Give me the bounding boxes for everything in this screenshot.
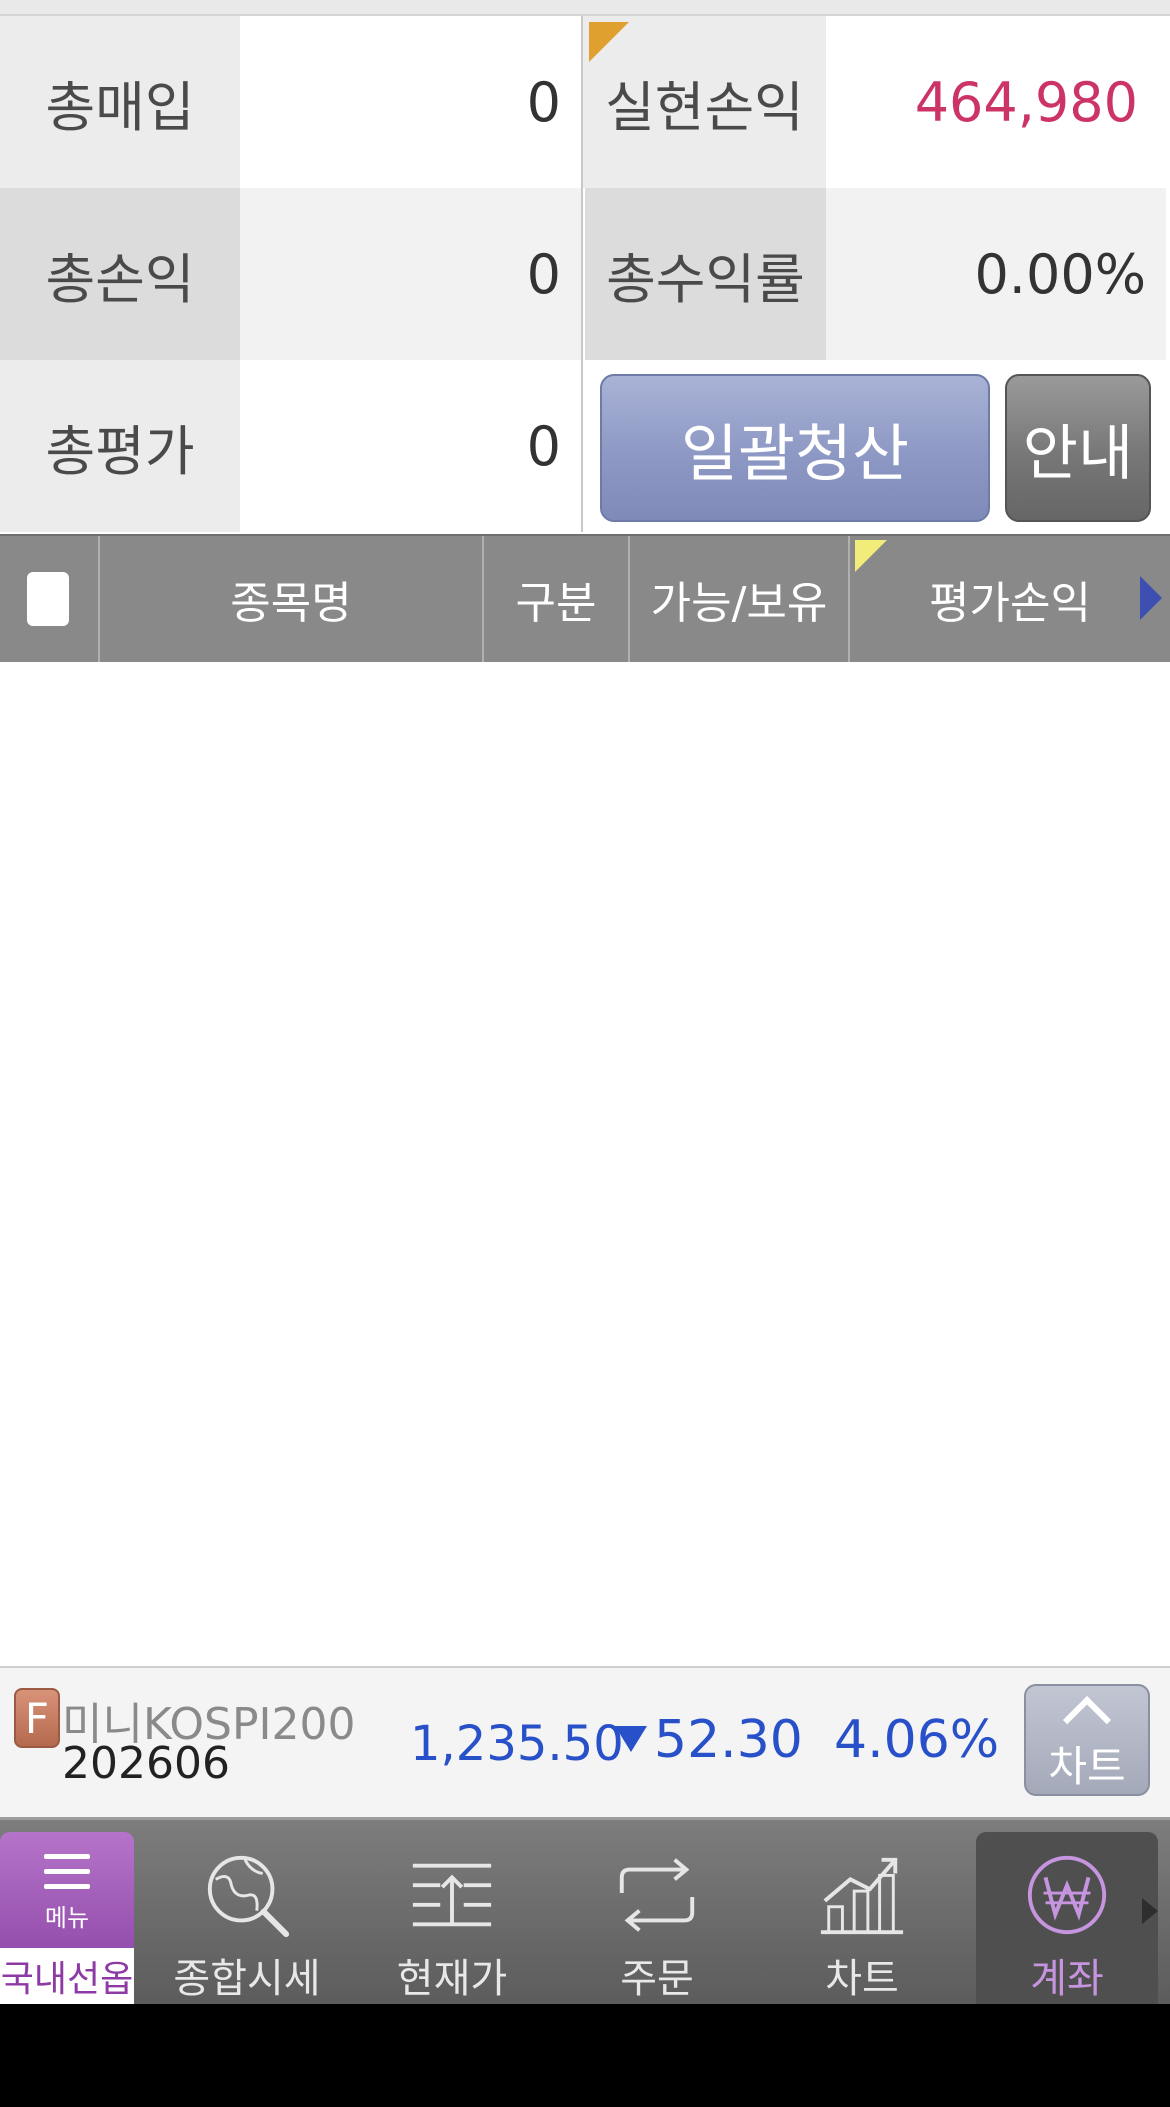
total-return-label: 총수익률: [585, 188, 826, 360]
chart-toggle-button[interactable]: 차트: [1024, 1684, 1150, 1796]
nav-label-chart: 차트: [825, 1956, 899, 2002]
info-button[interactable]: 안내: [1005, 374, 1151, 522]
hamburger-icon: [44, 1853, 90, 1890]
realized-pl-value: 464,980: [826, 16, 1170, 188]
nav-item-order[interactable]: 주문: [572, 1832, 742, 2004]
total-eval-label: 총평가: [0, 360, 240, 532]
ticker-code: 202606: [62, 1738, 230, 1789]
eval-pl-corner-marker: [855, 540, 887, 572]
scroll-right-arrow-icon[interactable]: [1140, 576, 1162, 620]
chart-icon: [820, 1857, 904, 1935]
ticker-price: 1,235.50: [410, 1716, 624, 1772]
system-bottom-bar: [0, 2004, 1170, 2107]
total-return-value: 0.00%: [826, 188, 1166, 360]
menu-sub-label[interactable]: 국내선옵: [0, 1948, 134, 2004]
nav-menu-button[interactable]: 메뉴 국내선옵: [0, 1832, 134, 2004]
total-pl-label: 총손익: [0, 188, 240, 360]
down-triangle-icon: [615, 1726, 647, 1752]
order-exchange-icon: [619, 1858, 695, 1932]
globe-search-icon: [207, 1855, 290, 1938]
nav-label-market-overview: 종합시세: [173, 1956, 321, 2002]
menu-label: 메뉴: [44, 1903, 90, 1932]
nav-more-arrow-icon[interactable]: [1142, 1898, 1158, 1924]
bulk-liquidate-button[interactable]: 일괄청산: [600, 374, 990, 522]
summary-divider: [581, 16, 583, 532]
column-header-available-holding[interactable]: 가능/보유: [630, 536, 850, 662]
nav-item-chart[interactable]: 차트: [777, 1832, 947, 2004]
ticker-change: 52.30: [654, 1710, 803, 1770]
account-summary: 총매입 0 실현손익 464,980 총손익 0 총수익률 0.00% 총평가 …: [0, 16, 1170, 532]
nav-item-current-price[interactable]: 현재가: [367, 1832, 537, 2004]
won-icon: [1027, 1855, 1107, 1935]
menu-panel[interactable]: 메뉴: [0, 1832, 134, 1948]
position-list: [0, 662, 1170, 1666]
position-table-header: 종목명 구분 가능/보유 평가손익: [0, 534, 1170, 662]
column-header-eval-pl[interactable]: 평가손익: [850, 536, 1170, 662]
nav-label-order: 주문: [620, 1956, 694, 2002]
total-purchase-value: 0: [240, 16, 581, 188]
select-all-checkbox[interactable]: [27, 572, 69, 626]
column-header-name[interactable]: 종목명: [100, 536, 484, 662]
total-purchase-label: 총매입: [0, 16, 240, 188]
current-price-icon: [412, 1863, 492, 1927]
realized-pl-corner-marker: [589, 22, 629, 62]
total-pl-value: 0: [240, 188, 581, 360]
column-header-type[interactable]: 구분: [484, 536, 630, 662]
nav-label-current-price: 현재가: [396, 1956, 508, 2002]
ticker-change-percent: 4.06%: [834, 1710, 1000, 1770]
nav-label-account: 계좌: [1030, 1956, 1104, 2002]
select-all-column[interactable]: [0, 536, 100, 662]
nav-item-account[interactable]: 계좌: [982, 1832, 1152, 2004]
futures-badge: F: [14, 1688, 60, 1748]
total-eval-value: 0: [240, 360, 581, 532]
top-divider: [0, 0, 1170, 16]
nav-item-market-overview[interactable]: 종합시세: [162, 1832, 332, 2004]
